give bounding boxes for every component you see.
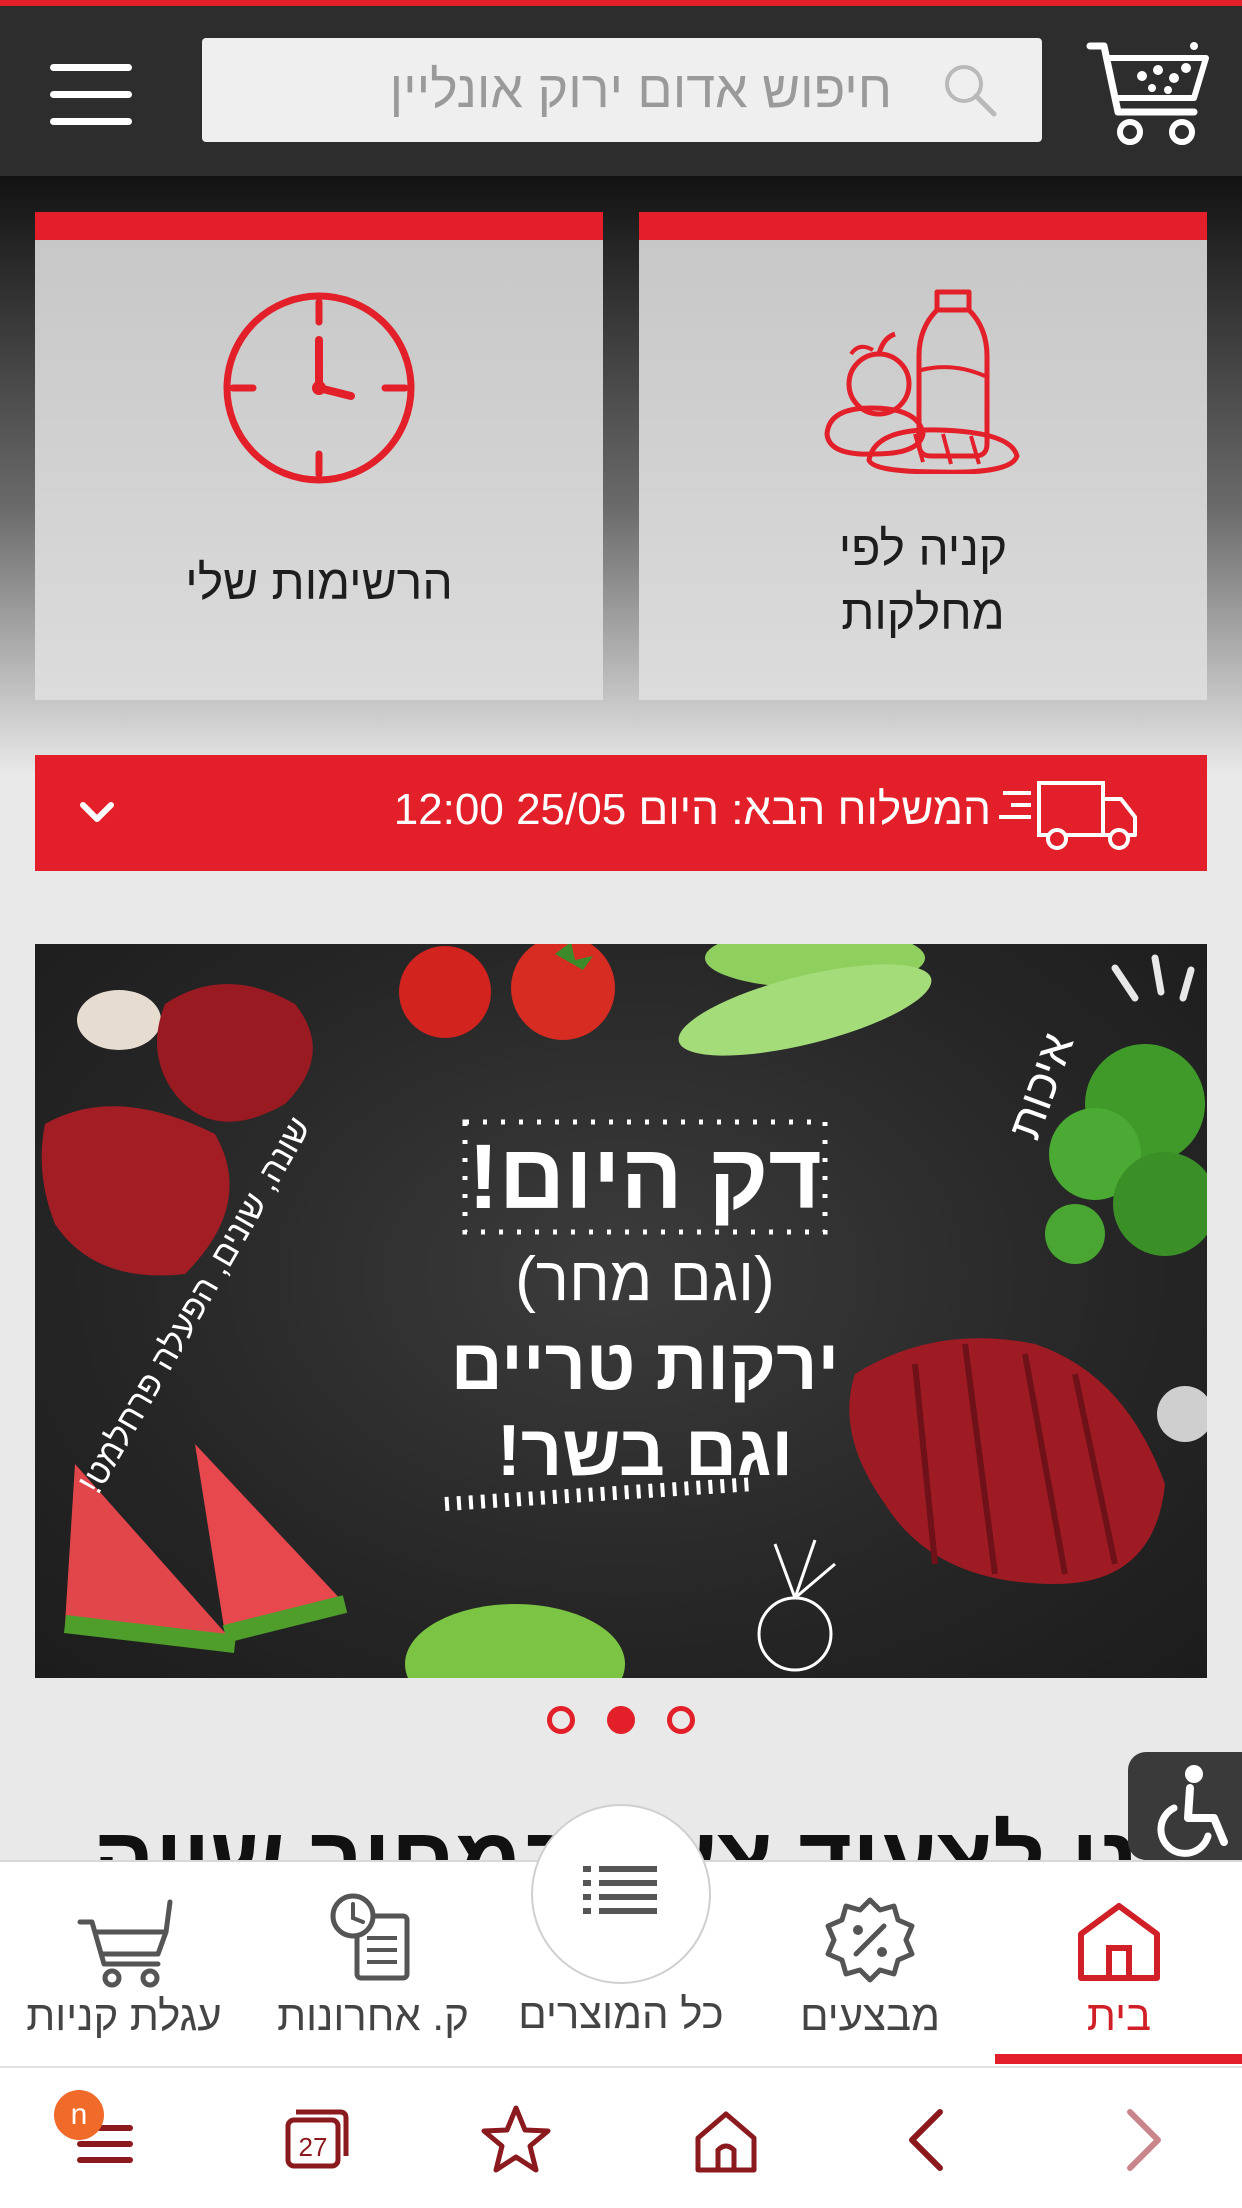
tab-recent-orders[interactable]: ק. אחרונות [249, 1862, 497, 2068]
tab-deals[interactable]: מבצעים [746, 1862, 994, 2068]
recent-orders-icon [330, 1893, 410, 1981]
all-products-button[interactable] [531, 1804, 711, 1984]
app-header: חיפוש אדום ירוק אונליין [0, 6, 1242, 176]
tab-home-label: בית [1086, 1992, 1152, 2039]
forward-arrow-icon[interactable] [1100, 2098, 1184, 2182]
bookmarks-star-icon[interactable] [474, 2098, 558, 2182]
shop-by-department-label-1: קניה לפי [838, 523, 1008, 576]
carousel-dots [0, 1706, 1242, 1738]
carousel-dot[interactable] [546, 1706, 575, 1734]
browser-toolbar: 27 [0, 2066, 1242, 2208]
wheelchair-icon [1157, 1765, 1228, 1857]
next-delivery-text: המשלוח הבא: היום 25/05 12:00 [393, 785, 991, 834]
tab-recent-orders-label: ק. אחרונות [277, 1992, 469, 2039]
tab-home[interactable]: בית [995, 1862, 1242, 2068]
search-placeholder: חיפוש אדום ירוק אונליין [389, 61, 892, 119]
groceries-icon [824, 289, 1020, 474]
carousel-dot[interactable] [667, 1706, 696, 1734]
next-delivery-bar[interactable]: המשלוח הבא: היום 25/05 12:00 [35, 755, 1207, 871]
search-input[interactable]: חיפוש אדום ירוק אונליין [202, 38, 1042, 142]
back-arrow-icon[interactable] [886, 2098, 970, 2182]
cart-icon [77, 1899, 173, 1988]
my-lists-tile[interactable]: הרשימות שלי [35, 212, 603, 700]
accessibility-button[interactable] [1128, 1752, 1242, 1860]
promo-banner[interactable]: דק היום! (וגם מחר) ירקות טריים וגם בשר! … [35, 944, 1207, 1678]
shop-by-department-tile[interactable]: קניה לפי מחלקות [639, 212, 1207, 700]
percent-badge-icon [825, 1897, 915, 1983]
browser-tabs-button[interactable]: 27 [270, 2098, 354, 2182]
search-icon [945, 65, 997, 117]
banner-line-2: (וגם מחר) [515, 1245, 775, 1314]
my-lists-label: הרשימות שלי [185, 557, 453, 610]
all-products-label: כל המוצרים [518, 1990, 724, 2037]
delivery-truck-icon [999, 781, 1137, 850]
tile-accent-bar [35, 212, 603, 240]
tile-accent-bar [639, 212, 1207, 240]
tabs-count: 27 [298, 2132, 328, 2162]
shop-by-department-label-2: מחלקות [841, 587, 1005, 640]
browser-home-icon[interactable] [684, 2098, 768, 2182]
banner-headline: דק היום! [468, 1126, 822, 1228]
menu-hamburger-icon[interactable] [50, 64, 132, 126]
notification-badge: n [54, 2090, 104, 2140]
cart-logo-icon[interactable] [1082, 36, 1212, 148]
active-tab-indicator [995, 2054, 1242, 2064]
tab-cart-label: עגלת קניות [26, 1992, 222, 2039]
banner-line-4: וגם בשר! [496, 1411, 794, 1491]
list-icon [583, 1866, 657, 1914]
tab-deals-label: מבצעים [800, 1992, 940, 2039]
chevron-down-icon[interactable] [75, 791, 119, 835]
clock-icon [223, 292, 415, 484]
banner-line-3: ירקות טריים [450, 1325, 840, 1405]
home-icon [1078, 1903, 1160, 1981]
tab-cart[interactable]: עגלת קניות [0, 1862, 248, 2068]
carousel-dot-active[interactable] [607, 1706, 635, 1734]
